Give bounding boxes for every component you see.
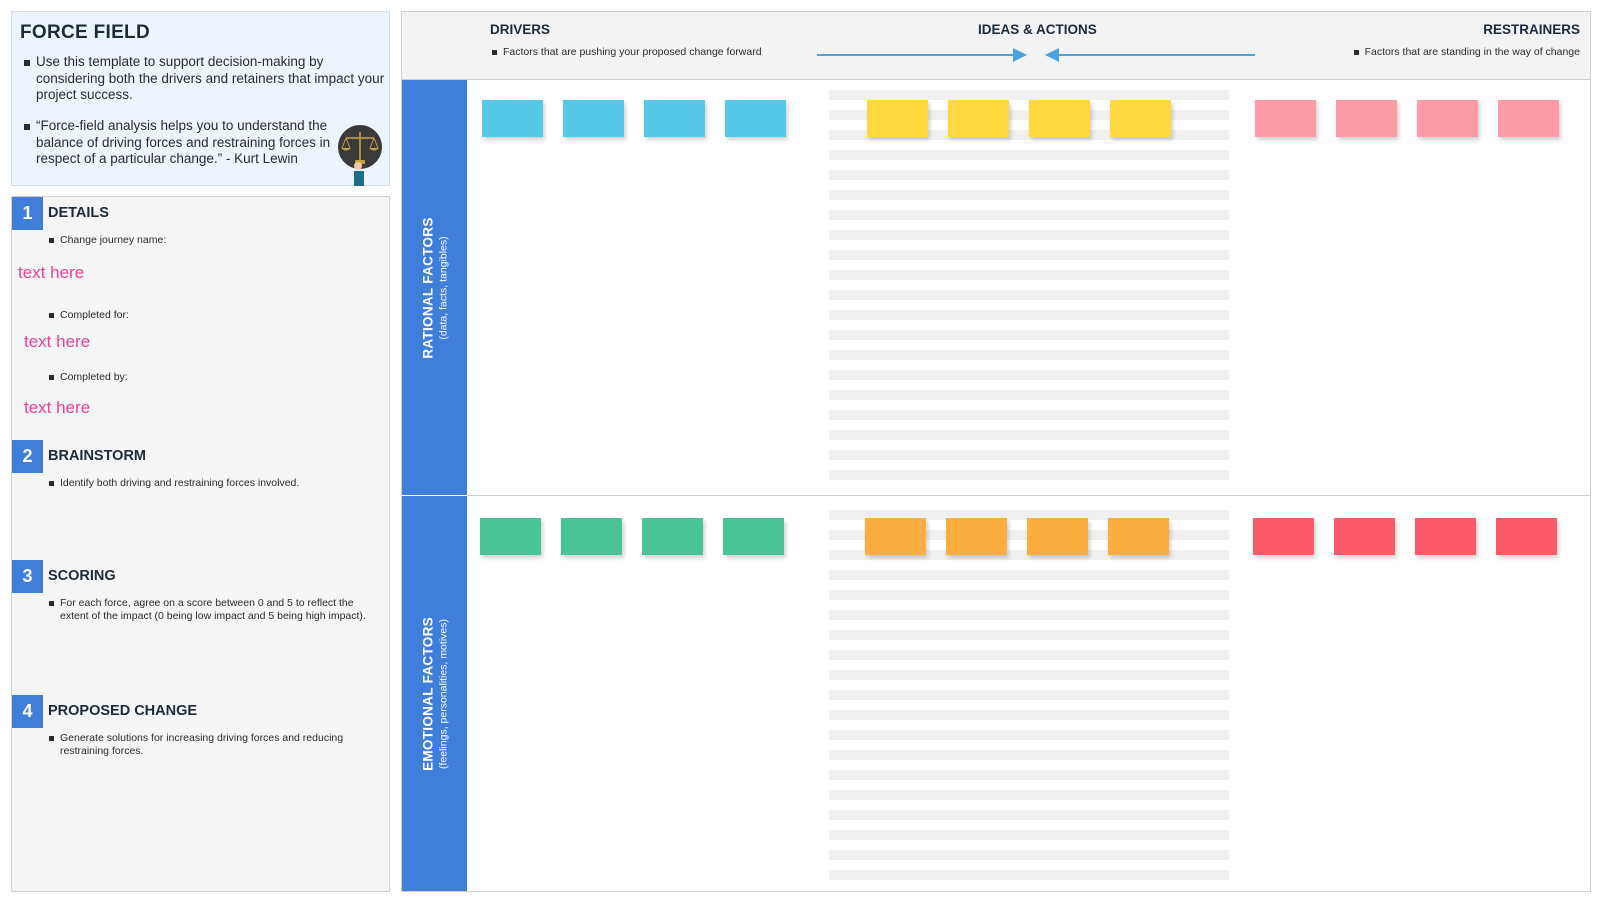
step-title: BRAINSTORM <box>48 448 147 464</box>
bullet-square-icon <box>49 313 54 318</box>
rational-factors-subtitle: (data, facts, tangibles) <box>437 235 449 340</box>
steps-panel: 1 DETAILS Change journey name: text here… <box>11 196 390 892</box>
ideas-lines-rational[interactable] <box>829 90 1229 484</box>
row-label-rational: RATIONAL FACTORS (data, facts, tangibles… <box>402 80 467 495</box>
bullet-square-icon <box>49 481 54 486</box>
field-label-journey-name: Change journey name: <box>49 234 370 247</box>
step-description: Generate solutions for increasing drivin… <box>49 732 370 758</box>
sticky-note-rational-restrainer[interactable] <box>1255 100 1316 137</box>
sticky-note-emotional-restrainer[interactable] <box>1496 518 1557 555</box>
sticky-note-rational-driver[interactable] <box>563 100 624 137</box>
step-title: SCORING <box>48 568 116 584</box>
rational-factors-title: RATIONAL FACTORS <box>420 216 435 359</box>
step-description: Identify both driving and restraining fo… <box>49 477 370 490</box>
scale-of-justice-icon <box>338 125 382 186</box>
intro-bullet-usage: Use this template to support decision-ma… <box>24 54 386 104</box>
sticky-note-rational-idea[interactable] <box>948 100 1009 137</box>
emotional-factors-title: EMOTIONAL FACTORS <box>420 616 435 771</box>
completed-by-input[interactable]: text here <box>24 398 90 418</box>
intro-bullet-usage-text: Use this template to support decision-ma… <box>36 54 385 102</box>
step-number: 4 <box>12 695 43 728</box>
intro-bullet-quote-text: “Force-field analysis helps you to under… <box>36 118 331 166</box>
sticky-note-rational-idea[interactable] <box>1029 100 1090 137</box>
sticky-note-rational-restrainer[interactable] <box>1417 100 1478 137</box>
sticky-note-emotional-driver[interactable] <box>480 518 541 555</box>
sticky-note-emotional-idea[interactable] <box>946 518 1007 555</box>
bullet-square-icon <box>492 50 497 55</box>
completed-for-input[interactable]: text here <box>24 332 90 352</box>
force-field-board: DRIVERS Factors that are pushing your pr… <box>401 11 1591 892</box>
sticky-note-emotional-restrainer[interactable] <box>1415 518 1476 555</box>
sticky-note-emotional-restrainer[interactable] <box>1334 518 1395 555</box>
ideas-lines-emotional[interactable] <box>829 510 1229 882</box>
ideas-heading: IDEAS & ACTIONS <box>978 22 1097 37</box>
arrow-left-icon <box>1045 48 1255 62</box>
sticky-note-rational-driver[interactable] <box>482 100 543 137</box>
drivers-heading: DRIVERS <box>490 22 551 37</box>
bullet-square-icon <box>49 238 54 243</box>
board-header: DRIVERS Factors that are pushing your pr… <box>402 12 1590 80</box>
step-number: 2 <box>12 440 43 473</box>
row-divider <box>467 495 1590 496</box>
sticky-note-rational-idea[interactable] <box>1110 100 1171 137</box>
field-label-completed-by: Completed by: <box>49 371 370 384</box>
restrainers-heading: RESTRAINERS <box>1483 22 1580 37</box>
journey-name-input[interactable]: text here <box>18 263 84 283</box>
step-title: DETAILS <box>48 205 109 221</box>
page-title: FORCE FIELD <box>20 22 150 43</box>
intro-panel: FORCE FIELD Use this template to support… <box>11 11 390 186</box>
bullet-square-icon <box>1353 50 1359 55</box>
sticky-note-rational-idea[interactable] <box>867 100 928 137</box>
step-number: 1 <box>12 197 43 230</box>
emotional-factors-subtitle: (feelings, personalities, motives) <box>437 618 449 769</box>
step-title: PROPOSED CHANGE <box>48 703 198 719</box>
step-number: 3 <box>12 560 43 593</box>
sticky-note-emotional-idea[interactable] <box>1108 518 1169 555</box>
sticky-note-rational-restrainer[interactable] <box>1498 100 1559 137</box>
drivers-note: Factors that are pushing your proposed c… <box>492 46 762 58</box>
row-label-emotional: EMOTIONAL FACTORS (feelings, personaliti… <box>402 496 467 891</box>
sticky-note-emotional-restrainer[interactable] <box>1253 518 1314 555</box>
sticky-note-emotional-idea[interactable] <box>1027 518 1088 555</box>
sticky-note-emotional-driver[interactable] <box>642 518 703 555</box>
bullet-square-icon <box>24 124 30 130</box>
intro-bullet-quote: “Force-field analysis helps you to under… <box>24 118 346 168</box>
sticky-note-emotional-driver[interactable] <box>561 518 622 555</box>
sticky-note-rational-driver[interactable] <box>644 100 705 137</box>
sticky-note-emotional-driver[interactable] <box>723 518 784 555</box>
bullet-square-icon <box>49 601 54 606</box>
sticky-note-rational-driver[interactable] <box>725 100 786 137</box>
restrainers-note: Factors that are standing in the way of … <box>1353 46 1580 58</box>
bullet-square-icon <box>49 375 54 380</box>
step-description: For each force, agree on a score between… <box>49 597 370 623</box>
sticky-note-rational-restrainer[interactable] <box>1336 100 1397 137</box>
bullet-square-icon <box>49 736 54 741</box>
bullet-square-icon <box>24 60 30 66</box>
sticky-note-emotional-idea[interactable] <box>865 518 926 555</box>
field-label-completed-for: Completed for: <box>49 309 370 322</box>
arrow-right-icon <box>817 48 1027 62</box>
